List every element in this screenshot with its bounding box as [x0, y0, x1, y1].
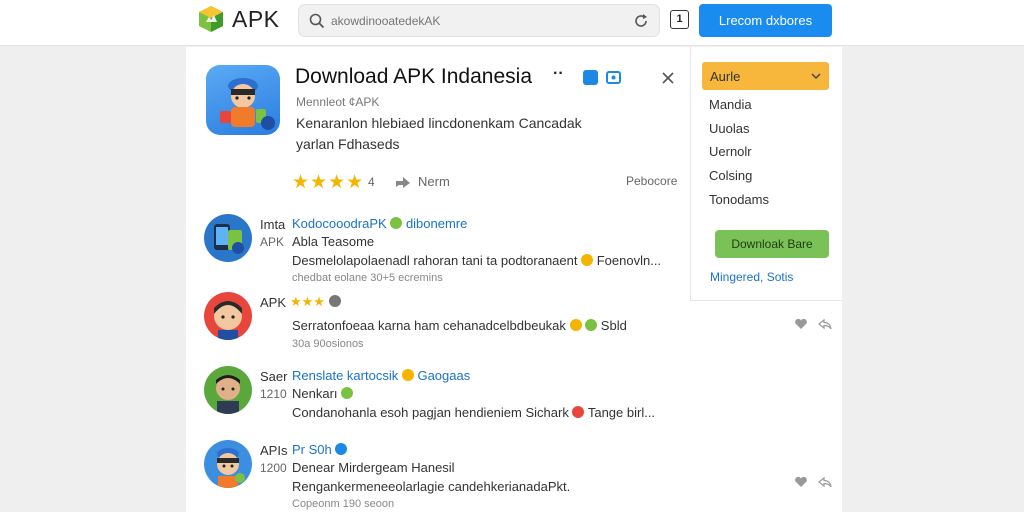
emoji-icon	[341, 387, 354, 399]
reply-icon[interactable]	[817, 318, 832, 330]
panel-item[interactable]: Uernolr	[709, 144, 752, 159]
app-description-line1: Kenaranlon hlebiaed lincdonenkam Cancada…	[296, 115, 582, 131]
heart-icon[interactable]	[794, 318, 808, 330]
share-icon[interactable]	[394, 173, 412, 189]
comment-author[interactable]: ★★★	[290, 294, 341, 310]
emoji-icon	[585, 319, 598, 331]
comment-item: Imta APK KodocooodraPK dibonemre Abla Te…	[186, 214, 690, 286]
panel-link[interactable]: Mingered, Sotis	[710, 270, 793, 284]
comment-line2: Condanohanla esoh pagjan hendieniem Sich…	[292, 405, 655, 420]
refresh-icon[interactable]	[633, 13, 649, 29]
chevron-down-icon	[811, 73, 821, 80]
comment-text: Condanohanla esoh pagjan hendieniem Sich…	[292, 405, 569, 420]
rating-value: 4	[368, 175, 375, 189]
process-label[interactable]: Pebocore	[626, 174, 677, 188]
comment-text-tail: Sbld	[600, 318, 627, 333]
top-cta-button[interactable]: Lrecom dxbores	[699, 4, 832, 37]
comment-sub: APK	[260, 235, 285, 249]
panel-item[interactable]: Uuolas	[709, 121, 749, 136]
apk-logo-icon	[198, 5, 224, 33]
reaction-icons	[794, 318, 832, 333]
comment-tag: Imta	[260, 217, 286, 232]
panel-select-label: Aurle	[710, 68, 741, 84]
reply-icon[interactable]	[817, 476, 832, 488]
close-icon[interactable]	[660, 70, 676, 86]
panel-item[interactable]: Tonodams	[709, 192, 769, 207]
comment-line2: Desmelolapolaenadl rahoran tani ta podto…	[292, 253, 661, 268]
comment-meta: 30a 90osionos	[292, 338, 364, 350]
panel-item[interactable]: Mandia	[709, 97, 752, 112]
emoji-icon	[572, 406, 585, 418]
comment-text: Desmelolapolaenadl rahoran tani ta podto…	[292, 253, 578, 268]
download-button[interactable]: Downloak Bare	[715, 230, 829, 258]
search-input[interactable]	[331, 13, 621, 28]
comment-sub: 1200	[260, 461, 287, 475]
comment-author[interactable]: Pr S0h	[292, 442, 348, 457]
comment-stars: ★★★	[290, 294, 325, 309]
avatar[interactable]	[204, 214, 252, 262]
media-icon[interactable]	[606, 71, 621, 84]
app-title: Download APK Indanesia	[295, 65, 532, 88]
verified-icon	[335, 443, 348, 455]
heart-icon[interactable]	[794, 476, 808, 488]
search-icon	[309, 13, 325, 28]
comment-item: Saer 1210 Renslate kartocsik Gaogaas Nen…	[186, 366, 690, 438]
comment-tag: APIs	[260, 443, 288, 458]
comment-sub: 1210	[260, 387, 287, 401]
emoji-icon	[401, 369, 414, 381]
app-icon	[206, 65, 280, 135]
top-bar: APK 1 Lrecom dxbores	[0, 0, 1024, 46]
emoji-icon	[569, 319, 582, 331]
search-bar[interactable]	[298, 4, 660, 37]
avatar[interactable]	[204, 366, 252, 414]
logo-text: APK	[232, 5, 280, 32]
emoji-icon	[581, 254, 594, 266]
comment-text-tail: Foenovln...	[596, 253, 662, 268]
comment-author-name[interactable]: Renslate kartocsik	[292, 368, 398, 383]
reaction-icons	[794, 476, 832, 491]
app-description-line2: yarlan Fdhaseds	[296, 136, 400, 152]
comment-text-tail: Tange birl...	[587, 405, 656, 420]
comment-author-name[interactable]: Pr S0h	[292, 442, 332, 457]
emoji-icon	[328, 295, 341, 307]
comment-tag: APK	[260, 295, 287, 310]
comment-tag: Saer	[260, 369, 288, 384]
tab-count-badge[interactable]: 1	[670, 10, 689, 29]
comment-line1: Abla Teasome	[292, 234, 375, 249]
comment-author-name[interactable]: KodocooodraPK	[292, 216, 387, 231]
comment-line1: Denear Mirdergeam Hanesil	[292, 460, 455, 475]
comment-item: APK ★★★ Serratonfoeaa karna ham cehanadc…	[186, 292, 690, 364]
side-panel: Aurle Mandia Uuolas Uernolr Colsing Tono…	[690, 47, 842, 301]
panel-item[interactable]: Colsing	[709, 168, 752, 183]
logo[interactable]: APK	[198, 5, 280, 33]
avatar[interactable]	[204, 292, 252, 340]
share-label[interactable]: Nerm	[418, 174, 450, 189]
avatar[interactable]	[204, 440, 252, 488]
comment-author[interactable]: Renslate kartocsik Gaogaas	[292, 368, 470, 383]
rating-stars: ★★★★	[292, 172, 365, 193]
comment-line2: Serratonfoeaa karna ham cehanadcelbdbeuk…	[292, 318, 627, 333]
comment-item: APIs 1200 Pr S0h Denear Mirdergeam Hanes…	[186, 440, 690, 512]
comment-author[interactable]: KodocooodraPK dibonemre	[292, 216, 467, 231]
comment-line1-text: Nenkarı	[292, 386, 338, 401]
verify-icon	[583, 70, 598, 85]
emoji-icon	[390, 217, 403, 229]
comment-text: Serratonfoeaa karna ham cehanadcelbdbeuk…	[292, 318, 566, 333]
app-subtitle: Mennleot ¢APK	[296, 95, 380, 109]
comment-line1: Nenkarı	[292, 386, 354, 401]
comment-author-badge: Gaogaas	[417, 368, 471, 383]
comment-line2: Rengankermeneeolarlagie candehkerianadaP…	[292, 479, 571, 494]
comment-meta: Copeonm 190 seoon	[292, 498, 395, 510]
panel-select[interactable]: Aurle	[702, 62, 829, 90]
comment-author-badge: dibonemre	[405, 216, 468, 231]
comment-meta: chedbat eolane 30+5 ecremins	[292, 272, 443, 284]
more-options[interactable]: ··	[553, 65, 564, 83]
